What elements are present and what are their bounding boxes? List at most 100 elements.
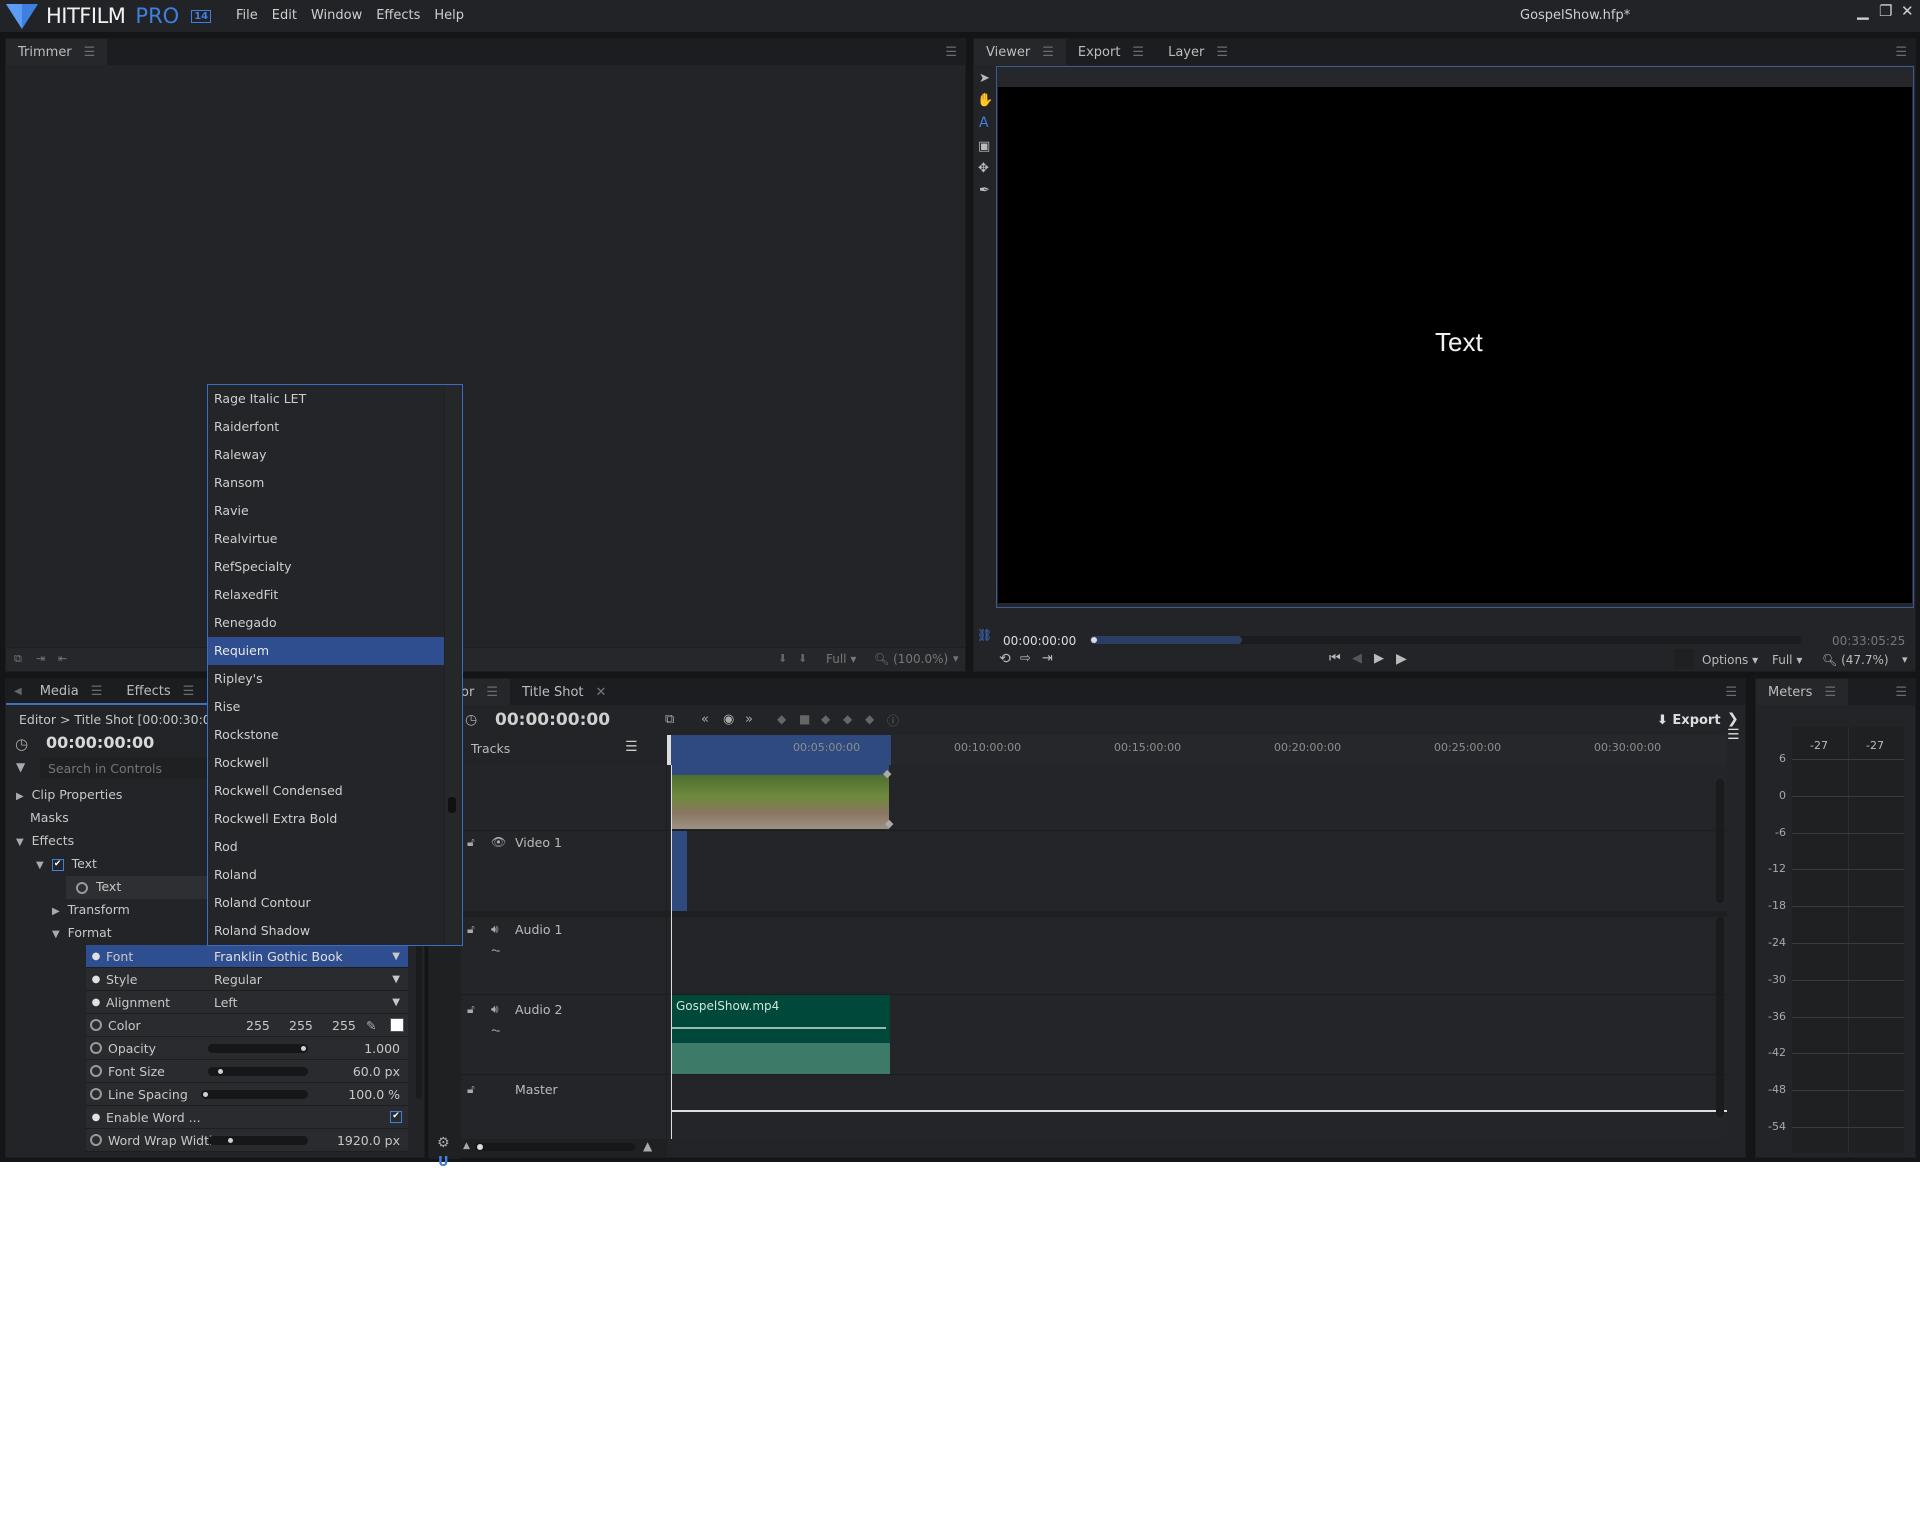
prop-style[interactable]: ● Style Regular ▼ [86,968,408,991]
keyframe-ring-icon[interactable] [90,1065,102,1077]
color-b-value[interactable]: 255 [332,1018,356,1033]
tab-layer[interactable]: Layer ☰ [1156,39,1240,65]
panel-menu-icon[interactable]: ☰ [1824,685,1836,700]
slider-knob[interactable] [301,1046,306,1051]
tree-masks[interactable]: Masks [30,810,69,825]
mask-rect-tool-icon[interactable]: ▣ [978,139,990,154]
menu-help[interactable]: Help [434,8,464,23]
volume-line[interactable] [672,1027,886,1029]
tree-clip-properties[interactable]: ▶ Clip Properties [16,787,122,802]
step-forward-icon[interactable]: ▶︎ [1374,651,1384,666]
step-back-icon[interactable]: ◀︎ [1352,651,1362,666]
panel-menu-icon[interactable]: ☰ [183,684,195,699]
font-option[interactable]: Roland Shadow [208,917,462,945]
lock-icon[interactable]: 🔓︎ [467,835,475,850]
keyframe-ring-icon[interactable] [76,881,88,894]
enable-checkbox[interactable]: ✔ [51,858,64,871]
export-button[interactable]: ⬇ Export [1657,713,1721,728]
automation-icon[interactable]: ⏦ [491,943,501,958]
font-option[interactable]: Renegado [208,609,462,637]
scrubber-handle[interactable] [1091,637,1097,643]
set-loop-icon[interactable]: ⟲ [999,651,1011,667]
keyframe-ring-icon[interactable] [90,1088,102,1100]
font-option[interactable]: Ransom [208,469,462,497]
font-option[interactable]: Rockwell [208,749,462,777]
zoom-select[interactable]: 🔍︎ (47.7%) [1822,653,1889,667]
zoom-out-icon[interactable]: ▲ [463,1141,470,1151]
tab-viewer[interactable]: Viewer ☰ [974,39,1066,65]
eyedropper-icon[interactable]: ✎ [366,1018,376,1033]
panel-menu-icon[interactable]: ☰ [486,685,498,700]
options-button[interactable]: Options ▾ [1702,653,1758,667]
font-option[interactable]: RefSpecialty [208,553,462,581]
lock-icon[interactable]: 🔓︎ [467,1082,475,1097]
lock-icon[interactable]: 🔓︎ [467,922,475,937]
video-scrollbar[interactable] [1716,779,1724,903]
viewer-canvas[interactable]: Text [998,87,1912,603]
tab-title-shot[interactable]: Title Shot ✕ [510,679,618,705]
automation-icon[interactable]: ⏦ [491,1023,501,1038]
timeline-timecode[interactable]: 00:00:00:00 [495,710,610,730]
color-swatch[interactable] [390,1018,404,1032]
insert-icon[interactable]: ⇥ [36,652,45,665]
minimize-icon[interactable]: ▁ [1857,2,1869,20]
font-size-value[interactable]: 60.0 px [353,1064,400,1079]
menu-file[interactable]: File [236,8,258,23]
prev-keyframe-icon[interactable]: « [701,712,709,727]
video-2-clip[interactable]: ◆ ◆ [671,765,893,830]
slider-knob[interactable] [228,1138,233,1143]
line-spacing-value[interactable]: 100.0 % [348,1087,400,1102]
canvas-text[interactable]: Text [1435,327,1483,358]
keyframe-type-2-icon[interactable]: ■ [799,712,810,726]
tab-export[interactable]: Export ☰ [1066,39,1156,65]
lock-icon[interactable]: 🔓︎ [467,1002,475,1017]
font-option[interactable]: Rise [208,693,462,721]
text-tool-icon[interactable]: A [979,115,989,131]
word-wrap-width-slider[interactable] [208,1136,308,1145]
dropdown-arrow-icon[interactable]: ▼ [392,951,400,962]
master-volume-line[interactable] [672,1110,1727,1112]
prop-alignment[interactable]: ● Alignment Left ▼ [86,991,408,1014]
tree-text-param[interactable]: Text [66,876,216,899]
tree-format[interactable]: ▼ Format [52,925,112,940]
slider-knob[interactable] [218,1069,223,1074]
menu-effects[interactable]: Effects [376,8,420,23]
speaker-icon[interactable]: 🔊︎ [491,1002,499,1017]
keyframe-type-5-icon[interactable]: ◆ [865,712,874,726]
font-option[interactable]: Rockwell Condensed [208,777,462,805]
panel-options-icon[interactable]: ☰ [1725,685,1737,700]
keyframe-ring-icon[interactable] [90,1042,102,1054]
prop-font[interactable]: ● Font Franklin Gothic Book ▼ [86,945,408,968]
word-wrap-checkbox[interactable]: ✔ [390,1111,402,1123]
speaker-icon[interactable]: 🔊︎ [491,922,499,937]
audio-scrollbar[interactable] [1716,917,1724,1117]
tabs-scroll-left-icon[interactable]: ◀ [14,686,22,697]
tracks-menu-icon[interactable]: ☰ [625,739,638,755]
close-tab-icon[interactable]: ✕ [596,685,607,700]
keyframe-ring-icon[interactable] [90,1019,102,1031]
keyframe-info-icon[interactable]: ⓘ [887,712,899,729]
link-tool-icon[interactable]: ⛓ [977,628,992,642]
overlay-icon[interactable]: ⇤ [58,652,67,665]
panel-options-icon[interactable]: ☰ [945,45,957,60]
panel-menu-icon[interactable]: ☰ [91,684,103,699]
viewer-scrubber[interactable] [1090,636,1802,644]
panel-menu-icon[interactable]: ☰ [1216,45,1228,60]
import-icon[interactable]: ⇥ [1042,651,1053,666]
font-option[interactable]: Rockwell Extra Bold [208,805,462,833]
search-controls-input[interactable] [40,757,210,779]
word-wrap-width-value[interactable]: 1920.0 px [337,1133,400,1148]
dropdown-arrow-icon[interactable]: ▼ [392,974,400,985]
panel-menu-icon[interactable]: ☰ [84,45,96,60]
font-size-slider[interactable] [208,1067,308,1076]
opacity-slider[interactable] [208,1044,308,1053]
next-keyframe-icon[interactable]: » [745,712,753,727]
tab-effects[interactable]: Effects ☰ [114,678,206,704]
settings-gear-icon[interactable]: ⚙ [437,1135,450,1151]
zoom-dropdown-icon[interactable]: ▾ [1902,653,1908,666]
video-1-clip[interactable] [671,831,687,911]
tab-meters[interactable]: Meters ☰ [1756,679,1849,705]
tree-transform[interactable]: ▶ Transform [52,902,130,917]
zoom-select[interactable]: 🔍︎ (100.0%) [874,652,948,666]
keyframe-type-4-icon[interactable]: ◆ [843,712,852,726]
